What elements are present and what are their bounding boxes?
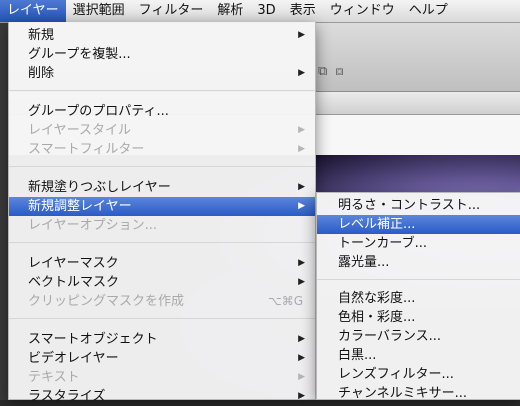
submenu-arrow-icon: ▶ bbox=[298, 201, 305, 211]
submenu-item-levels[interactable]: レベル補正... bbox=[317, 215, 520, 234]
menu-item-text: テキスト ▶ bbox=[9, 368, 315, 387]
menu-item-label: グループを複製... bbox=[28, 47, 131, 62]
submenu-item-label: 露光量... bbox=[338, 255, 390, 270]
menu-window[interactable]: ウィンドウ bbox=[323, 0, 402, 22]
menu-item-layer-style: レイヤースタイル ▶ bbox=[9, 121, 315, 140]
menu-item-label: クリッピングマスクを作成 bbox=[28, 294, 185, 309]
menu-item-new[interactable]: 新規 ▶ bbox=[9, 26, 315, 45]
menu-item-label: スマートオブジェクト bbox=[28, 332, 158, 347]
submenu-item-label: 明るさ・コントラスト... bbox=[338, 198, 481, 213]
menu-item-layer-options: レイヤーオプション... bbox=[9, 216, 315, 235]
menu-item-new-fill-layer[interactable]: 新規塗りつぶしレイヤー ▶ bbox=[9, 178, 315, 197]
submenu-item-exposure[interactable]: 露光量... bbox=[317, 253, 520, 272]
menu-item-new-adjustment-layer[interactable]: 新規調整レイヤー ▶ bbox=[9, 197, 315, 216]
submenu-item-black-white[interactable]: 白黒... bbox=[317, 346, 520, 365]
menu-item-label: グループのプロパティ... bbox=[28, 104, 169, 119]
menu-filter[interactable]: フィルター bbox=[132, 0, 211, 22]
submenu-arrow-icon: ▶ bbox=[298, 334, 305, 344]
submenu-arrow-icon: ▶ bbox=[298, 182, 305, 192]
menu-item-layer-mask[interactable]: レイヤーマスク ▶ bbox=[9, 254, 315, 273]
layer-menu: 新規 ▶ グループを複製... 削除 ▶ グループのプロパティ... レイヤース… bbox=[8, 22, 316, 404]
menu-item-label: テキスト bbox=[28, 370, 80, 385]
menu-view[interactable]: 表示 bbox=[283, 0, 323, 22]
menu-item-smart-filter: スマートフィルター ▶ bbox=[9, 140, 315, 159]
submenu-arrow-icon: ▶ bbox=[298, 353, 305, 363]
menu-item-label: レイヤースタイル bbox=[28, 123, 131, 138]
menu-item-label: 新規塗りつぶしレイヤー bbox=[28, 180, 171, 195]
menu-select[interactable]: 選択範囲 bbox=[66, 0, 132, 22]
submenu-item-label: カラーバランス... bbox=[338, 329, 442, 344]
submenu-item-label: 白黒... bbox=[338, 348, 377, 363]
menu-item-group-properties[interactable]: グループのプロパティ... bbox=[9, 102, 315, 121]
submenu-item-hue-saturation[interactable]: 色相・彩度... bbox=[317, 308, 520, 327]
menu-item-label: 新規調整レイヤー bbox=[28, 199, 132, 214]
submenu-item-label: 色相・彩度... bbox=[338, 310, 416, 325]
submenu-item-label: レベル補正... bbox=[338, 217, 416, 232]
menu-item-vector-mask[interactable]: ベクトルマスク ▶ bbox=[9, 273, 315, 292]
menu-item-label: 新規 bbox=[28, 28, 55, 43]
menu-item-label: レイヤーオプション... bbox=[28, 218, 158, 233]
submenu-arrow-icon: ▶ bbox=[298, 372, 305, 382]
submenu-arrow-icon: ▶ bbox=[298, 277, 305, 287]
menu-separator bbox=[9, 318, 315, 319]
menu-separator bbox=[9, 166, 315, 167]
menu-item-label: 削除 bbox=[28, 66, 55, 81]
submenu-item-color-balance[interactable]: カラーバランス... bbox=[317, 327, 520, 346]
menu-item-rasterize[interactable]: ラスタライズ ▶ bbox=[9, 387, 315, 406]
submenu-item-curves[interactable]: トーンカーブ... bbox=[317, 234, 520, 253]
submenu-separator bbox=[317, 279, 520, 280]
submenu-item-label: 自然な彩度... bbox=[338, 291, 416, 306]
menu-item-smart-object[interactable]: スマートオブジェクト ▶ bbox=[9, 330, 315, 349]
menu-item-label: ラスタライズ bbox=[28, 389, 106, 404]
submenu-arrow-icon: ▶ bbox=[298, 30, 305, 40]
submenu-item-channel-mixer[interactable]: チャンネルミキサー... bbox=[317, 384, 520, 403]
menu-bar: レイヤー 選択範囲 フィルター 解析 3D 表示 ウィンドウ ヘルプ bbox=[0, 0, 520, 23]
submenu-arrow-icon: ▶ bbox=[298, 391, 305, 401]
submenu-arrow-icon: ▶ bbox=[298, 68, 305, 78]
submenu-item-photo-filter[interactable]: レンズフィルター... bbox=[317, 365, 520, 384]
submenu-arrow-icon: ▶ bbox=[298, 125, 305, 135]
menu-item-label: スマートフィルター bbox=[28, 142, 145, 157]
menu-analysis[interactable]: 解析 bbox=[210, 0, 250, 22]
submenu-item-label: チャンネルミキサー... bbox=[338, 386, 468, 401]
submenu-item-brightness-contrast[interactable]: 明るさ・コントラスト... bbox=[317, 196, 520, 215]
menu-item-delete[interactable]: 削除 ▶ bbox=[9, 64, 315, 83]
submenu-arrow-icon: ▶ bbox=[298, 144, 305, 154]
menu-item-label: ベクトルマスク bbox=[28, 275, 120, 290]
align-icons[interactable]: ⧉ ⧈ bbox=[318, 64, 378, 82]
tools-panel-edge bbox=[0, 23, 8, 400]
menu-3d[interactable]: 3D bbox=[250, 0, 282, 22]
submenu-item-label: トーンカーブ... bbox=[338, 236, 427, 251]
menu-separator bbox=[9, 90, 315, 91]
menu-item-label: ビデオレイヤー bbox=[28, 351, 119, 366]
menu-item-label: レイヤーマスク bbox=[28, 256, 119, 271]
submenu-item-label: レンズフィルター... bbox=[338, 367, 454, 382]
menu-item-video-layer[interactable]: ビデオレイヤー ▶ bbox=[9, 349, 315, 368]
keyboard-shortcut: ⌥⌘G bbox=[267, 294, 303, 308]
menu-separator bbox=[9, 242, 315, 243]
menu-item-duplicate-group[interactable]: グループを複製... bbox=[9, 45, 315, 64]
submenu-item-vibrance[interactable]: 自然な彩度... bbox=[317, 289, 520, 308]
menu-layer[interactable]: レイヤー bbox=[0, 0, 66, 22]
adjustment-layer-submenu: 明るさ・コントラスト... レベル補正... トーンカーブ... 露光量... … bbox=[316, 192, 520, 403]
menu-help[interactable]: ヘルプ bbox=[402, 0, 455, 22]
submenu-arrow-icon: ▶ bbox=[298, 258, 305, 268]
menu-item-create-clipping-mask: クリッピングマスクを作成 ⌥⌘G bbox=[9, 292, 315, 311]
